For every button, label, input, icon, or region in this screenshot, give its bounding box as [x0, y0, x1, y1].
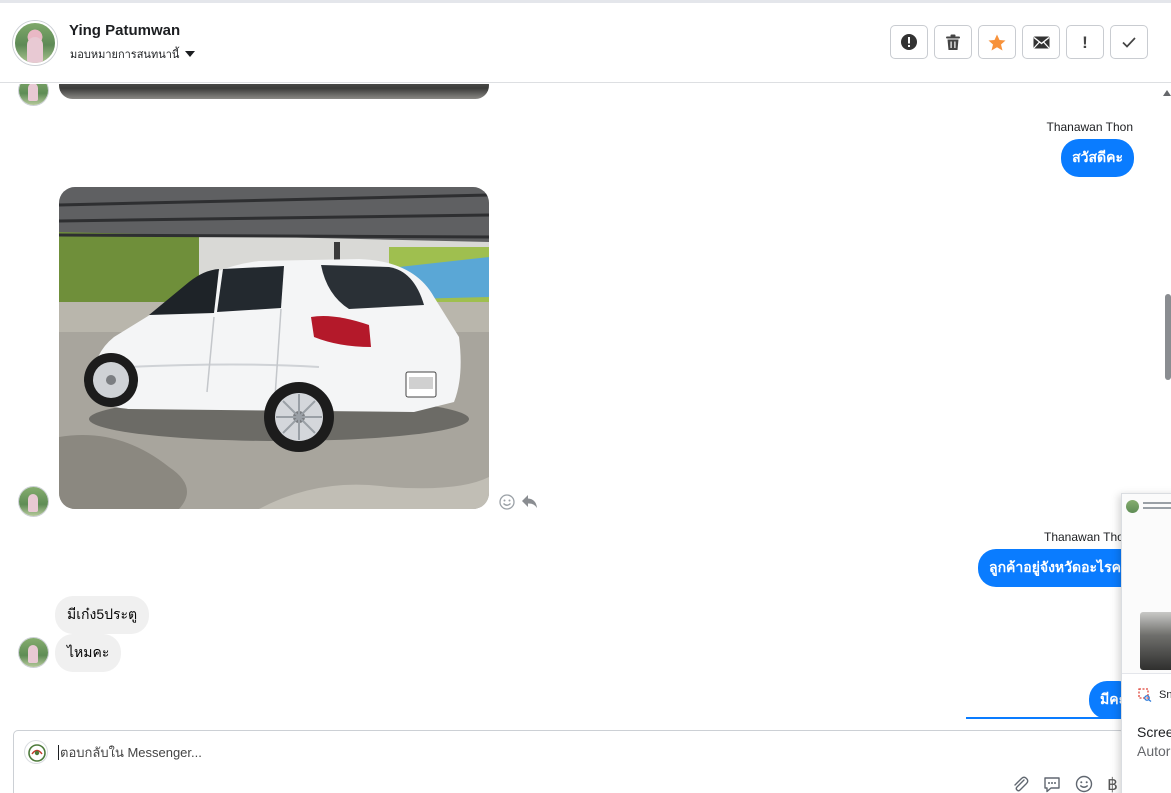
snip-app-label: Sn — [1159, 689, 1171, 701]
caret-down-icon — [185, 51, 196, 57]
incoming-message[interactable]: มีเก๋ง5ประตู — [55, 596, 150, 634]
saved-reply-icon[interactable] — [1043, 776, 1061, 793]
assign-label: มอบหมายการสนทนานี้ — [70, 49, 180, 61]
scrollbar-thumb[interactable] — [1165, 294, 1171, 380]
checkmark-icon — [1122, 36, 1136, 48]
image-message-partial[interactable] — [59, 84, 489, 99]
thumbnail-line — [1143, 502, 1171, 504]
smiley-icon[interactable] — [499, 494, 515, 515]
emoji-icon[interactable] — [1075, 775, 1093, 793]
reply-icon[interactable] — [521, 494, 538, 515]
trash-icon — [946, 34, 960, 50]
car-photo — [59, 187, 489, 509]
star-icon — [988, 34, 1006, 50]
outgoing-message[interactable]: สวัสดีคะ — [1061, 139, 1134, 177]
contact-name[interactable]: Ying Patumwan — [69, 22, 180, 39]
contact-avatar-small — [19, 487, 48, 516]
message-thread[interactable]: Thanawan Thon สวัสดีคะ Thanawan Thon ลูก… — [0, 84, 1163, 720]
attachment-icon[interactable] — [1011, 775, 1029, 793]
mark-unread-button[interactable] — [1022, 25, 1060, 59]
incoming-message[interactable]: ไหมคะ — [55, 634, 122, 672]
contact-avatar[interactable] — [13, 21, 57, 65]
snip-title: Scree — [1137, 724, 1171, 740]
conversation-header: Ying Patumwan มอบหมายการสนทนานี้ ! — [0, 0, 1171, 83]
snip-app-row: Sn — [1138, 688, 1171, 702]
assign-conversation-dropdown[interactable]: มอบหมายการสนทนานี้ — [70, 45, 196, 63]
spam-alert-icon — [901, 34, 917, 50]
scroll-up-arrow-icon[interactable] — [1163, 90, 1171, 96]
screenshot-notification[interactable]: Sn Scree Autor — [1121, 493, 1171, 793]
delete-button[interactable] — [934, 25, 972, 59]
follow-up-button[interactable]: ! — [1066, 25, 1104, 59]
sender-name: Thanawan Thon — [1046, 120, 1133, 134]
thumbnail-line — [1143, 507, 1171, 509]
conversation-actions: ! — [890, 25, 1148, 59]
baht-icon[interactable]: ฿ — [1107, 776, 1118, 793]
page-avatar — [24, 740, 48, 764]
snipping-tool-icon — [1138, 688, 1152, 702]
contact-avatar-small — [19, 638, 48, 667]
snip-subtitle: Autor — [1137, 743, 1171, 759]
star-button[interactable] — [978, 25, 1016, 59]
composer-tools: ฿ — [1011, 775, 1118, 793]
image-message-car[interactable] — [59, 187, 489, 509]
thumbnail-image — [1140, 612, 1171, 670]
message-reactions — [499, 494, 538, 515]
mark-spam-button[interactable] — [890, 25, 928, 59]
envelope-icon — [1033, 36, 1049, 48]
thumbnail-avatar — [1126, 500, 1139, 513]
outgoing-message[interactable]: ลูกค้าอยู่จังหวัดอะไรคะ — [978, 549, 1140, 587]
sender-name: Thanawan Thon — [1044, 530, 1131, 544]
exclamation-icon: ! — [1082, 32, 1088, 52]
new-messages-indicator — [966, 717, 1126, 719]
contact-avatar-small — [19, 84, 48, 105]
reply-composer: ฿ — [13, 730, 1125, 793]
screenshot-thumbnail[interactable] — [1122, 494, 1171, 674]
message-input[interactable] — [58, 745, 958, 760]
mark-done-button[interactable] — [1110, 25, 1148, 59]
page-logo-icon — [28, 744, 46, 762]
